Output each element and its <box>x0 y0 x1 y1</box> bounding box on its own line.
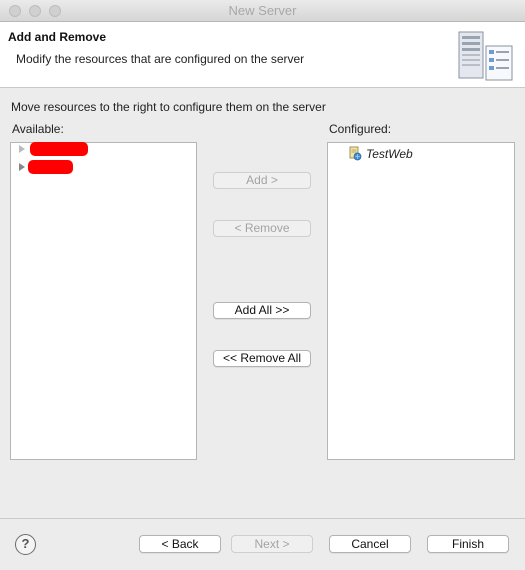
available-label: Available: <box>12 122 64 136</box>
server-icon <box>458 31 513 81</box>
redacted-item <box>28 160 73 174</box>
add-button[interactable]: Add > <box>213 172 311 189</box>
finish-button[interactable]: Finish <box>427 535 509 553</box>
web-project-icon <box>349 146 362 161</box>
list-item[interactable] <box>19 141 88 157</box>
list-item[interactable] <box>19 159 73 175</box>
remove-button[interactable]: < Remove <box>213 220 311 237</box>
remove-all-button[interactable]: << Remove All <box>213 350 311 367</box>
window-title: New Server <box>228 3 297 18</box>
next-button[interactable]: Next > <box>231 535 313 553</box>
page-description: Modify the resources that are configured… <box>16 52 305 66</box>
add-all-button[interactable]: Add All >> <box>213 302 311 319</box>
instruction-text: Move resources to the right to configure… <box>11 100 326 114</box>
redacted-item <box>30 142 88 156</box>
configured-list[interactable]: TestWeb <box>327 142 515 460</box>
expand-arrow-icon[interactable] <box>19 163 25 171</box>
help-icon[interactable]: ? <box>15 534 36 555</box>
list-item[interactable]: TestWeb <box>348 146 413 161</box>
footer-divider <box>0 518 525 519</box>
configured-label: Configured: <box>329 122 392 136</box>
available-list[interactable] <box>10 142 197 460</box>
wizard-banner: Add and Remove Modify the resources that… <box>0 22 525 88</box>
configured-item-label: TestWeb <box>366 146 413 161</box>
page-title: Add and Remove <box>8 30 107 44</box>
title-bar: New Server <box>0 0 525 22</box>
new-server-dialog: New Server Add and Remove Modify the res… <box>0 0 525 570</box>
back-button[interactable]: < Back <box>139 535 221 553</box>
cancel-button[interactable]: Cancel <box>329 535 411 553</box>
expand-arrow-icon[interactable] <box>19 145 25 153</box>
